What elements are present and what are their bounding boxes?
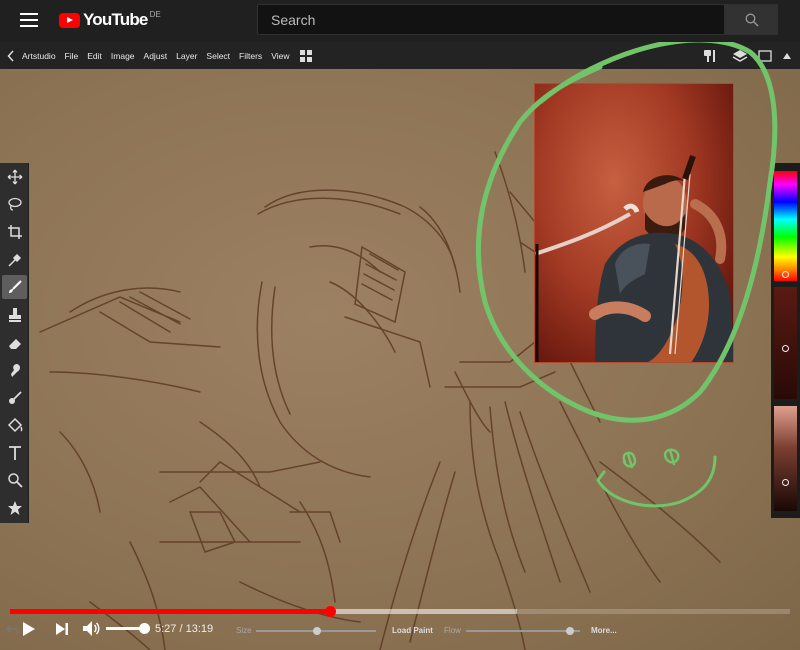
video-player[interactable]: Artstudio File Edit Image Adjust Layer S…	[0, 42, 800, 650]
volume-knob[interactable]	[139, 623, 150, 634]
load-paint-button[interactable]: Load Paint	[392, 626, 433, 635]
region-code: DE	[149, 9, 161, 19]
next-icon[interactable]	[55, 622, 69, 636]
youtube-play-icon	[59, 12, 80, 28]
search-button[interactable]	[725, 4, 778, 35]
brush-size-knob[interactable]	[313, 627, 321, 635]
brush-size-label: Size	[236, 626, 252, 635]
volume-icon[interactable]	[82, 620, 100, 637]
time-display: 5:27 / 13:19	[155, 623, 213, 635]
undo-icon[interactable]	[6, 622, 20, 636]
flow-slider[interactable]	[466, 630, 580, 632]
played-bar	[10, 609, 330, 614]
flow-label: Flow	[444, 626, 461, 635]
time-separator: /	[179, 623, 183, 635]
search-input[interactable]: Search	[257, 4, 725, 35]
youtube-header: YouTube DE Search	[0, 0, 800, 42]
flow-knob[interactable]	[566, 627, 574, 635]
search-icon	[745, 13, 758, 26]
current-time: 5:27	[155, 623, 177, 635]
youtube-logo[interactable]: YouTube DE	[59, 10, 161, 30]
duration: 13:19	[185, 623, 214, 635]
search-placeholder: Search	[271, 11, 316, 28]
video-progress-bar[interactable]	[10, 606, 790, 617]
more-button[interactable]: More...	[591, 626, 617, 635]
play-icon[interactable]	[22, 621, 36, 637]
green-annotations	[475, 42, 778, 508]
player-controls: 5:27 / 13:19 Size Load Paint Flow More..…	[0, 616, 800, 650]
youtube-logo-text: YouTube	[83, 10, 148, 29]
menu-icon[interactable]	[20, 13, 38, 27]
